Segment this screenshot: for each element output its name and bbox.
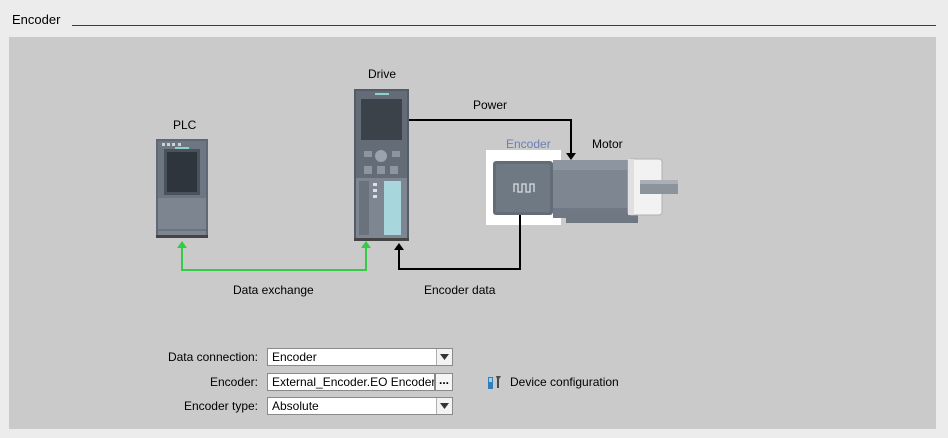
motor-label: Motor <box>592 137 623 151</box>
encoder-input[interactable]: External_Encoder.EO Encoder <box>267 373 435 391</box>
data-connection-value: Encoder <box>272 350 317 364</box>
plc-label: PLC <box>173 118 197 132</box>
data-connection-select[interactable]: Encoder <box>267 348 453 366</box>
chevron-down-icon <box>440 403 449 409</box>
drive-topology-diagram <box>156 89 678 271</box>
encoder-device[interactable] <box>493 161 553 215</box>
encoder-field-label: Encoder: <box>209 375 258 389</box>
drive-label: Drive <box>368 67 397 81</box>
device-configuration-icon <box>488 376 501 389</box>
data-exchange-line <box>177 241 371 271</box>
encoder-type-select[interactable]: Absolute <box>267 397 453 415</box>
data-connection-label: Data connection: <box>167 350 258 364</box>
drive-device[interactable] <box>354 89 409 241</box>
power-label: Power <box>473 98 508 112</box>
motor-device[interactable] <box>553 158 678 223</box>
encoder-browse-button[interactable]: ... <box>435 373 453 391</box>
encoder-type-value: Absolute <box>272 399 319 413</box>
encoder-data-label: Encoder data <box>424 283 496 297</box>
plc-device[interactable] <box>156 139 208 238</box>
data-exchange-label: Data exchange <box>233 283 314 297</box>
chevron-down-icon <box>440 354 449 360</box>
encoder-value: External_Encoder.EO Encoder <box>272 375 435 389</box>
encoder-label: Encoder <box>506 137 551 151</box>
encoder-type-dropdown-button[interactable] <box>436 398 452 414</box>
data-connection-dropdown-button[interactable] <box>436 349 452 365</box>
encoder-type-label: Encoder type: <box>183 399 258 413</box>
device-configuration-label: Device configuration <box>510 375 619 389</box>
